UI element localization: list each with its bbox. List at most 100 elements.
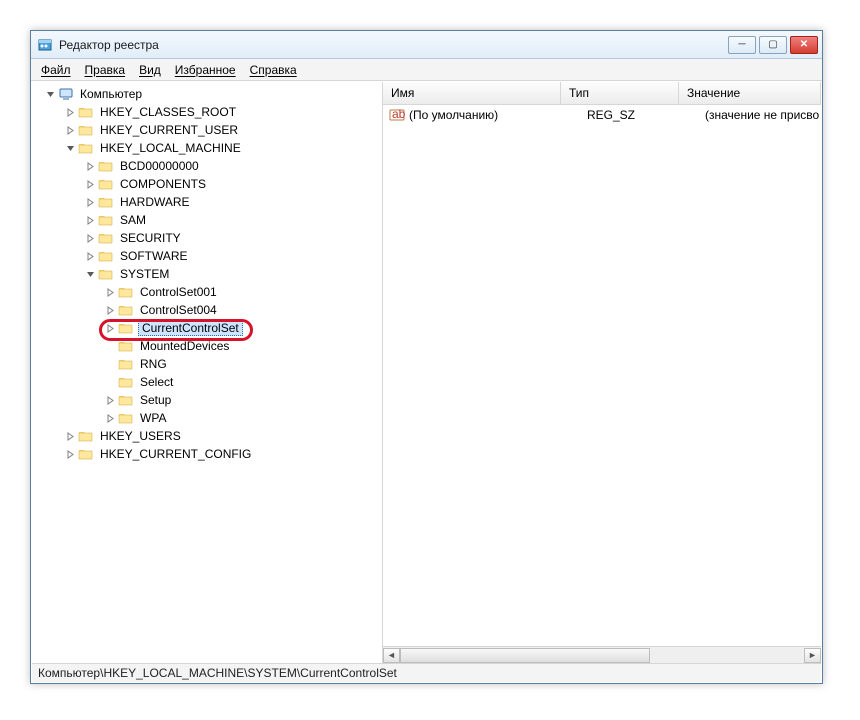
- expand-icon[interactable]: [84, 196, 96, 208]
- tree-label: SYSTEM: [118, 267, 171, 281]
- expand-icon[interactable]: [104, 304, 116, 316]
- expand-icon[interactable]: [64, 106, 76, 118]
- col-type[interactable]: Тип: [561, 82, 679, 104]
- expand-icon[interactable]: [84, 232, 96, 244]
- registry-tree: Компьютер HKEY_CLASSES_ROOT HKEY_CURRENT…: [32, 82, 382, 463]
- tree-item-software[interactable]: SOFTWARE: [32, 247, 382, 265]
- tree-item-hklm[interactable]: HKEY_LOCAL_MACHINE: [32, 139, 382, 157]
- collapse-icon[interactable]: [84, 268, 96, 280]
- folder-icon: [78, 446, 94, 462]
- horizontal-scrollbar[interactable]: ◄ ►: [383, 646, 821, 663]
- folder-icon: [98, 158, 114, 174]
- expand-icon[interactable]: [64, 430, 76, 442]
- tree-root[interactable]: Компьютер: [32, 85, 382, 103]
- statusbar: Компьютер\HKEY_LOCAL_MACHINE\SYSTEM\Curr…: [32, 663, 821, 682]
- scroll-track[interactable]: [400, 648, 804, 663]
- tree-item-hkcr[interactable]: HKEY_CLASSES_ROOT: [32, 103, 382, 121]
- tree-item-mounteddevices[interactable]: MountedDevices: [32, 337, 382, 355]
- collapse-icon[interactable]: [44, 88, 56, 100]
- close-button[interactable]: ✕: [790, 36, 818, 54]
- window-buttons: ─ ▢ ✕: [728, 36, 818, 54]
- svg-text:ab: ab: [392, 107, 405, 121]
- folder-icon: [118, 410, 134, 426]
- maximize-button[interactable]: ▢: [759, 36, 787, 54]
- cell-name: (По умолчанию): [409, 108, 587, 122]
- folder-icon: [78, 428, 94, 444]
- tree-label: Select: [138, 375, 175, 389]
- tree-label-selected: CurrentControlSet: [138, 320, 243, 336]
- tree-label: ControlSet001: [138, 285, 219, 299]
- status-path: Компьютер\HKEY_LOCAL_MACHINE\SYSTEM\Curr…: [38, 666, 397, 680]
- menu-favorites[interactable]: Избранное: [175, 63, 236, 77]
- menu-file[interactable]: Файл: [41, 63, 71, 77]
- menu-edit[interactable]: Правка: [85, 63, 126, 77]
- expand-icon[interactable]: [64, 124, 76, 136]
- cell-type: REG_SZ: [587, 108, 705, 122]
- tree-label: HKEY_CURRENT_CONFIG: [98, 447, 253, 461]
- expand-icon[interactable]: [84, 178, 96, 190]
- tree-item-rng[interactable]: RNG: [32, 355, 382, 373]
- folder-icon: [118, 302, 134, 318]
- titlebar[interactable]: Редактор реестра ─ ▢ ✕: [31, 31, 822, 59]
- folder-icon: [118, 356, 134, 372]
- menu-help[interactable]: Справка: [250, 63, 297, 77]
- folder-icon: [98, 176, 114, 192]
- minimize-button[interactable]: ─: [728, 36, 756, 54]
- tree-label: Setup: [138, 393, 173, 407]
- tree-label: HKEY_CURRENT_USER: [98, 123, 240, 137]
- expand-icon[interactable]: [104, 286, 116, 298]
- scroll-left-button[interactable]: ◄: [383, 648, 400, 663]
- tree-item-hkcu[interactable]: HKEY_CURRENT_USER: [32, 121, 382, 139]
- list-row[interactable]: ab (По умолчанию) REG_SZ (значение не пр…: [383, 105, 821, 125]
- expand-icon[interactable]: [104, 322, 116, 334]
- folder-icon: [118, 392, 134, 408]
- tree-item-security[interactable]: SECURITY: [32, 229, 382, 247]
- tree-label: WPA: [138, 411, 168, 425]
- tree-item-cs004[interactable]: ControlSet004: [32, 301, 382, 319]
- expand-icon[interactable]: [84, 250, 96, 262]
- folder-icon: [118, 374, 134, 390]
- tree-label: Компьютер: [78, 87, 144, 101]
- folder-icon: [78, 140, 94, 156]
- expand-icon[interactable]: [104, 394, 116, 406]
- folder-icon: [78, 104, 94, 120]
- values-pane: Имя Тип Значение ab (По умолчанию) REG_S…: [383, 82, 821, 663]
- folder-icon: [98, 212, 114, 228]
- tree-item-setup[interactable]: Setup: [32, 391, 382, 409]
- tree-label: SAM: [118, 213, 148, 227]
- expand-icon[interactable]: [104, 412, 116, 424]
- folder-icon: [118, 338, 134, 354]
- tree-item-hku[interactable]: HKEY_USERS: [32, 427, 382, 445]
- tree-item-currentcontrolset[interactable]: CurrentControlSet: [32, 319, 382, 337]
- tree-label: HKEY_LOCAL_MACHINE: [98, 141, 243, 155]
- expand-icon[interactable]: [84, 214, 96, 226]
- tree-item-sam[interactable]: SAM: [32, 211, 382, 229]
- string-value-icon: ab: [389, 107, 405, 123]
- collapse-icon[interactable]: [64, 142, 76, 154]
- tree-label: ControlSet004: [138, 303, 219, 317]
- folder-icon: [98, 194, 114, 210]
- col-value[interactable]: Значение: [679, 82, 821, 104]
- scroll-right-button[interactable]: ►: [804, 648, 821, 663]
- menu-view[interactable]: Вид: [139, 63, 161, 77]
- folder-icon: [98, 248, 114, 264]
- tree-label: SECURITY: [118, 231, 183, 245]
- expand-icon[interactable]: [64, 448, 76, 460]
- tree-item-hkcc[interactable]: HKEY_CURRENT_CONFIG: [32, 445, 382, 463]
- tree-item-hardware[interactable]: HARDWARE: [32, 193, 382, 211]
- cell-value: (значение не присво: [705, 108, 821, 122]
- tree-item-cs001[interactable]: ControlSet001: [32, 283, 382, 301]
- tree-pane[interactable]: Компьютер HKEY_CLASSES_ROOT HKEY_CURRENT…: [32, 82, 383, 663]
- tree-item-wpa[interactable]: WPA: [32, 409, 382, 427]
- tree-label: HKEY_CLASSES_ROOT: [98, 105, 238, 119]
- col-name[interactable]: Имя: [383, 82, 561, 104]
- tree-label: SOFTWARE: [118, 249, 190, 263]
- scroll-thumb[interactable]: [400, 648, 650, 663]
- list-header: Имя Тип Значение: [383, 82, 821, 105]
- tree-item-components[interactable]: COMPONENTS: [32, 175, 382, 193]
- tree-item-system[interactable]: SYSTEM: [32, 265, 382, 283]
- tree-item-bcd[interactable]: BCD00000000: [32, 157, 382, 175]
- tree-label: RNG: [138, 357, 169, 371]
- expand-icon[interactable]: [84, 160, 96, 172]
- tree-item-select[interactable]: Select: [32, 373, 382, 391]
